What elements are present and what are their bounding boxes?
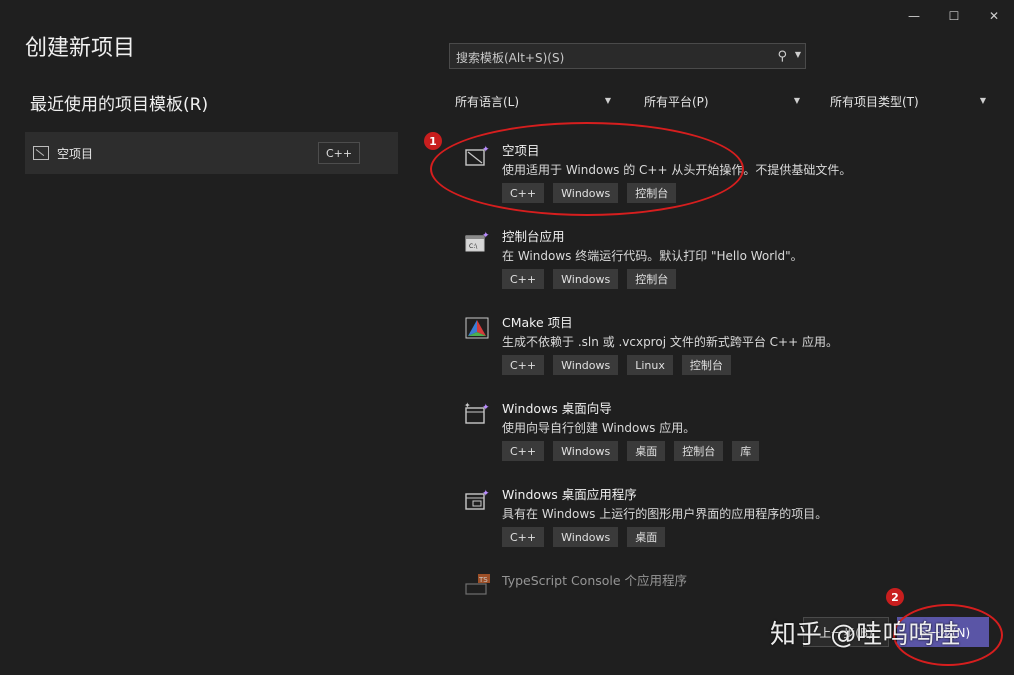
template-name: TypeScript Console 个应用程序: [502, 573, 688, 588]
recent-templates-heading: 最近使用的项目模板(R): [30, 95, 209, 115]
template-windows-desktop-app[interactable]: ✦ Windows 桌面应用程序 具有在 Windows 上运行的图形用户界面的…: [460, 484, 980, 554]
template-console-app[interactable]: C:\ ✦ 控制台应用 在 Windows 终端运行代码。默认打印 "Hello…: [460, 226, 980, 296]
template-tag: Windows: [553, 441, 619, 461]
minimize-button[interactable]: —: [900, 6, 928, 26]
chevron-down-icon[interactable]: ▼: [795, 50, 801, 59]
annotation-callout-2: 2: [886, 588, 904, 606]
annotation-callout-1: 1: [424, 132, 442, 150]
template-name: Windows 桌面应用程序: [502, 487, 637, 502]
template-tag: 控制台: [681, 355, 731, 375]
template-description: 在 Windows 终端运行代码。默认打印 "Hello World"。: [502, 249, 803, 263]
template-tag: 桌面: [627, 441, 666, 461]
search-placeholder: 搜索模板(Alt+S)(S): [456, 51, 565, 65]
annotation-ellipse: [430, 122, 744, 216]
template-tag: C++: [502, 527, 545, 547]
chevron-down-icon: ▼: [793, 96, 800, 105]
template-tag: C++: [502, 355, 545, 375]
chevron-down-icon: ▼: [604, 96, 611, 105]
typescript-icon: TS: [465, 574, 490, 595]
template-tag: Windows: [553, 355, 619, 375]
svg-text:✦: ✦: [464, 402, 471, 410]
template-name: 控制台应用: [502, 229, 565, 244]
template-tag: C++: [502, 269, 545, 289]
desktop-app-icon: ✦: [465, 489, 490, 510]
svg-text:TS: TS: [478, 576, 488, 584]
svg-text:✦: ✦: [482, 489, 490, 499]
template-tag: 控制台: [674, 441, 724, 461]
template-tag: Windows: [553, 269, 619, 289]
svg-text:✦: ✦: [482, 403, 490, 413]
close-button[interactable]: ✕: [980, 6, 1008, 26]
template-tag: Windows: [553, 527, 619, 547]
page-title: 创建新项目: [25, 36, 136, 61]
search-templates-input[interactable]: 搜索模板(Alt+S)(S) ⚲ ▼: [449, 43, 806, 69]
template-description: 使用向导自行创建 Windows 应用。: [502, 421, 696, 435]
template-tag: 控制台: [627, 269, 677, 289]
template-name: CMake 项目: [502, 315, 573, 330]
svg-text:✦: ✦: [482, 231, 490, 241]
template-tag: Linux: [627, 355, 673, 375]
watermark: 知乎 @哇呜呜哇: [770, 620, 961, 650]
desktop-wizard-icon: ✦ ✦: [464, 402, 490, 424]
template-description: 生成不依赖于 .sln 或 .vcxproj 文件的新式跨平台 C++ 应用。: [502, 335, 838, 349]
language-filter-label: 所有语言(L): [455, 95, 520, 109]
cmake-icon: [465, 317, 489, 339]
console-app-icon: C:\ ✦: [465, 231, 490, 252]
template-name: Windows 桌面向导: [502, 401, 612, 416]
template-description: 具有在 Windows 上运行的图形用户界面的应用程序的项目。: [502, 507, 828, 521]
platform-filter-label: 所有平台(P): [644, 95, 709, 109]
chevron-down-icon: ▼: [979, 96, 986, 105]
recent-template-tag: C++: [318, 142, 360, 164]
search-icon[interactable]: ⚲: [777, 49, 787, 64]
project-type-filter-dropdown[interactable]: 所有项目类型(T) ▼: [824, 89, 992, 113]
recent-template-item[interactable]: 空项目 C++: [25, 132, 398, 174]
empty-project-icon: [33, 146, 49, 160]
maximize-button[interactable]: ☐: [940, 6, 968, 26]
language-filter-dropdown[interactable]: 所有语言(L) ▼: [449, 89, 617, 113]
template-cmake-project[interactable]: CMake 项目 生成不依赖于 .sln 或 .vcxproj 文件的新式跨平台…: [460, 312, 980, 382]
svg-text:C:\: C:\: [469, 243, 478, 250]
template-tag: 桌面: [627, 527, 666, 547]
recent-template-label: 空项目: [57, 147, 94, 161]
template-windows-desktop-wizard[interactable]: ✦ ✦ Windows 桌面向导 使用向导自行创建 Windows 应用。 C+…: [460, 398, 980, 468]
platform-filter-dropdown[interactable]: 所有平台(P) ▼: [638, 89, 806, 113]
project-type-filter-label: 所有项目类型(T): [830, 95, 919, 109]
template-tag: 库: [732, 441, 760, 461]
template-tag: C++: [502, 441, 545, 461]
